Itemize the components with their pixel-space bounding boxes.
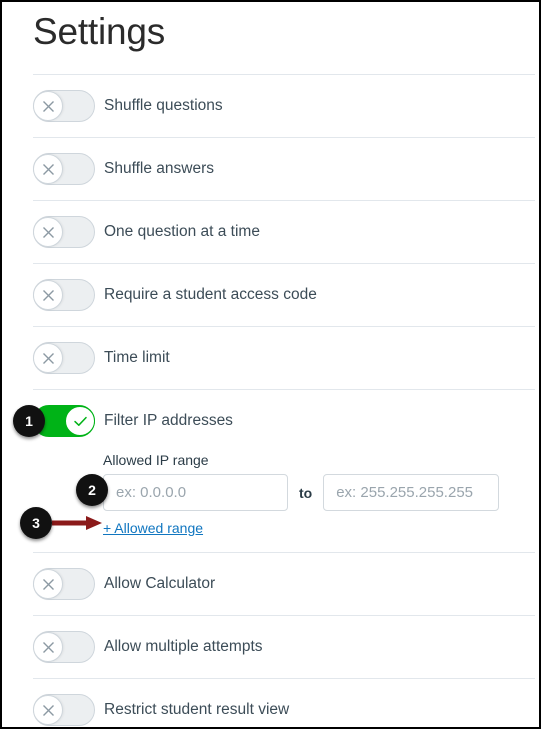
- allowed-range-link[interactable]: + Allowed range: [103, 520, 203, 536]
- settings-list: Shuffle questions Shuffle answers One qu…: [33, 74, 535, 727]
- toggle-knob: [33, 217, 63, 247]
- allow-multiple-attempts-toggle[interactable]: [33, 631, 95, 663]
- close-icon: [42, 163, 54, 175]
- toggle-knob: [33, 154, 63, 184]
- settings-page: Settings Shuffle questions Shuffle answe…: [0, 0, 541, 729]
- close-icon: [42, 289, 54, 301]
- setting-label: Time limit: [104, 349, 170, 366]
- setting-label: Restrict student result view: [104, 701, 290, 718]
- toggle-knob: [33, 280, 63, 310]
- setting-label: Shuffle answers: [104, 160, 214, 177]
- setting-row-shuffle-answers[interactable]: Shuffle answers: [33, 137, 535, 200]
- toggle-knob: [33, 569, 63, 599]
- restrict-student-result-view-toggle[interactable]: [33, 694, 95, 726]
- shuffle-answers-toggle[interactable]: [33, 153, 95, 185]
- one-question-at-a-time-toggle[interactable]: [33, 216, 95, 248]
- setting-label: Allow Calculator: [104, 575, 216, 592]
- setting-label: Shuffle questions: [104, 97, 223, 114]
- ip-range-inputs: to: [103, 474, 535, 511]
- toggle-knob: [33, 695, 63, 725]
- ip-range-separator: to: [299, 484, 313, 501]
- setting-row-one-question-at-a-time[interactable]: One question at a time: [33, 200, 535, 263]
- check-icon: [73, 416, 87, 426]
- toggle-knob: [33, 632, 63, 662]
- page-title: Settings: [33, 11, 166, 52]
- shuffle-questions-toggle[interactable]: [33, 90, 95, 122]
- close-icon: [42, 641, 54, 653]
- close-icon: [42, 100, 54, 112]
- annotation-badge-1: 1: [13, 405, 45, 437]
- setting-row-allow-calculator[interactable]: Allow Calculator: [33, 552, 535, 615]
- toggle-knob: [33, 343, 63, 373]
- close-icon: [42, 226, 54, 238]
- close-icon: [42, 352, 54, 364]
- annotation-arrow-3: [52, 516, 102, 530]
- setting-row-allow-multiple-attempts[interactable]: Allow multiple attempts: [33, 615, 535, 678]
- toggle-knob: [65, 406, 95, 436]
- time-limit-toggle[interactable]: [33, 342, 95, 374]
- setting-row-filter-ip-addresses[interactable]: Filter IP addresses: [33, 389, 535, 452]
- setting-label: Require a student access code: [104, 286, 317, 303]
- setting-label: One question at a time: [104, 223, 260, 240]
- allow-calculator-toggle[interactable]: [33, 568, 95, 600]
- ip-range-from-input[interactable]: [103, 474, 288, 511]
- setting-row-time-limit[interactable]: Time limit: [33, 326, 535, 389]
- allowed-ip-range-label: Allowed IP range: [103, 452, 209, 468]
- toggle-knob: [33, 91, 63, 121]
- setting-row-shuffle-questions[interactable]: Shuffle questions: [33, 74, 535, 137]
- setting-row-restrict-student-result-view[interactable]: Restrict student result view: [33, 678, 535, 727]
- close-icon: [42, 578, 54, 590]
- annotation-badge-3: 3: [20, 507, 52, 539]
- require-student-access-code-toggle[interactable]: [33, 279, 95, 311]
- ip-range-to-input[interactable]: [323, 474, 500, 511]
- annotation-badge-2: 2: [76, 474, 108, 506]
- setting-row-require-student-access-code[interactable]: Require a student access code: [33, 263, 535, 326]
- setting-label: Allow multiple attempts: [104, 638, 263, 655]
- setting-label: Filter IP addresses: [104, 412, 233, 429]
- close-icon: [42, 704, 54, 716]
- allowed-ip-range-panel: Allowed IP range to + Allowed range: [33, 452, 535, 552]
